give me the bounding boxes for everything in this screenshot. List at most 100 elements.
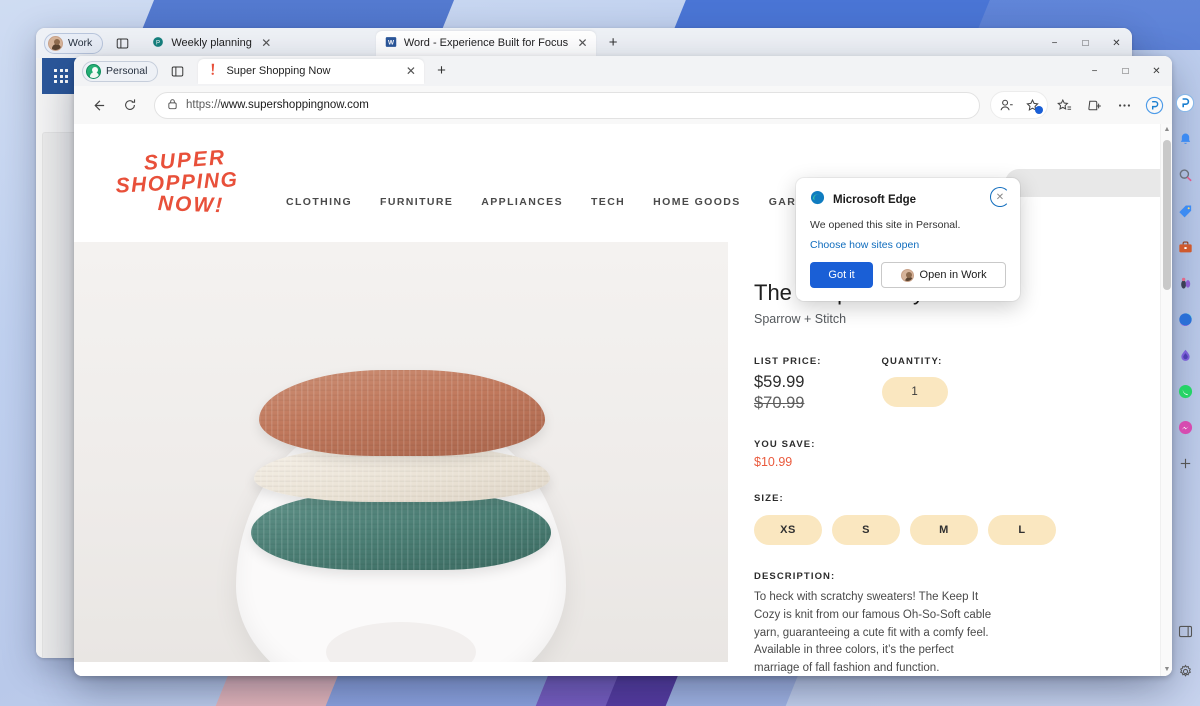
collections-icon[interactable] (1080, 91, 1108, 119)
search-icon[interactable] (1174, 164, 1196, 186)
price-block: LIST PRICE: $59.99 $70.99 (754, 356, 822, 413)
product-price: $59.99 (754, 373, 805, 391)
profile-label: Work (68, 37, 93, 49)
sweater-rust (259, 370, 545, 456)
close-button[interactable]: ✕ (1101, 28, 1132, 58)
tab-title: Word - Experience Built for Focus (403, 37, 569, 49)
you-save-label: YOU SAVE: (754, 439, 816, 450)
address-bar-url: https://www.supershoppingnow.com (186, 99, 369, 111)
address-bar[interactable]: https://www.supershoppingnow.com (154, 91, 980, 119)
drop-icon[interactable] (1174, 344, 1196, 366)
edge-sidebar-bottom (1170, 620, 1200, 682)
profile-pill-work[interactable]: Work (44, 32, 104, 54)
minimize-button[interactable]: − (1039, 28, 1070, 58)
edge-sidebar (1170, 86, 1200, 676)
sweater-green (251, 492, 551, 570)
toolbar-pill-group (990, 91, 1048, 119)
add-sidebar-icon[interactable] (1174, 452, 1196, 474)
close-icon[interactable]: ✕ (990, 187, 1010, 207)
maximize-button[interactable]: □ (1110, 56, 1141, 86)
search-input[interactable] (1004, 169, 1160, 197)
notifications-bell-icon[interactable] (1174, 128, 1196, 150)
new-tab-button[interactable]: + (602, 32, 624, 54)
sidebar-toggle-icon[interactable] (1174, 620, 1196, 642)
toolbar-actions (990, 91, 1168, 119)
nav-item-home-goods[interactable]: HOME GOODS (653, 196, 741, 208)
tools-briefcase-icon[interactable] (1174, 236, 1196, 258)
web-page: SUPER SHOPPING NOW! CLOTHING FURNITURE A… (74, 124, 1160, 676)
logo-line-3: NOW! (157, 192, 225, 218)
size-options: XS S M L (754, 515, 1120, 545)
callout-header: Microsoft Edge (810, 190, 1006, 210)
nav-item-tech[interactable]: TECH (591, 196, 625, 208)
maximize-button[interactable]: □ (1070, 28, 1101, 58)
edge-window-titlebar: Personal Super Shopping Now ✕ + − □ ✕ (74, 56, 1172, 86)
tab-close-icon[interactable]: ✕ (403, 64, 418, 79)
nav-item-furniture[interactable]: FURNITURE (380, 196, 453, 208)
callout-title: Microsoft Edge (833, 194, 917, 206)
tab-close-icon[interactable]: ✕ (575, 36, 590, 51)
teams-icon: P (152, 36, 164, 51)
choose-how-sites-open-link[interactable]: Choose how sites open (810, 239, 1006, 251)
size-option-m[interactable]: M (910, 515, 978, 545)
office-icon[interactable] (1174, 308, 1196, 330)
size-option-s[interactable]: S (832, 515, 900, 545)
messenger-icon[interactable] (1174, 416, 1196, 438)
more-settings-icon[interactable] (1110, 91, 1138, 119)
desktop-background: Work P Weekly planning ✕ W Word - Experi… (0, 0, 1200, 706)
work-tab-word[interactable]: W Word - Experience Built for Focus ✕ (375, 30, 597, 56)
quantity-stepper[interactable]: 1 (881, 377, 948, 407)
size-label: SIZE: (754, 493, 784, 504)
edge-profile-callout[interactable]: Microsoft Edge ✕ We opened this site in … (796, 178, 1020, 301)
new-tab-button[interactable]: + (430, 60, 452, 82)
profile-icon[interactable] (994, 93, 1018, 117)
shopping-tag-icon[interactable] (1174, 200, 1196, 222)
svg-text:W: W (388, 39, 394, 46)
copilot-icon[interactable] (1140, 91, 1168, 119)
open-in-work-button[interactable]: Open in Work (881, 262, 1007, 288)
close-button[interactable]: ✕ (1141, 56, 1172, 86)
sweater-stack (251, 370, 551, 570)
browser-toolbar: https://www.supershoppingnow.com (74, 86, 1172, 124)
site-logo[interactable]: SUPER SHOPPING NOW! (110, 146, 260, 217)
tab-close-icon[interactable]: ✕ (259, 36, 274, 51)
profile-pill-personal[interactable]: Personal (82, 60, 159, 82)
favorite-star-icon[interactable] (1020, 93, 1044, 117)
favorites-list-icon[interactable] (1050, 91, 1078, 119)
edge-browser-window[interactable]: Personal Super Shopping Now ✕ + − □ ✕ ht… (74, 56, 1172, 676)
tab-actions-icon[interactable] (164, 59, 190, 83)
size-option-l[interactable]: L (988, 515, 1056, 545)
header-actions (1004, 169, 1160, 197)
work-window-titlebar: Work P Weekly planning ✕ W Word - Experi… (36, 28, 1132, 58)
minimize-button[interactable]: − (1079, 56, 1110, 86)
games-icon[interactable] (1174, 272, 1196, 294)
work-window-controls: − □ ✕ (1039, 28, 1132, 58)
edge-icon (810, 190, 825, 210)
callout-body-text: We opened this site in Personal. (810, 219, 961, 231)
tab-actions-icon[interactable] (109, 31, 135, 55)
back-arrow-icon[interactable] (84, 91, 112, 119)
price-quantity-row: LIST PRICE: $59.99 $70.99 QUANTITY: 1 (754, 356, 1120, 413)
refresh-icon[interactable] (116, 91, 144, 119)
sidebar-settings-icon[interactable] (1174, 660, 1196, 682)
whatsapp-icon[interactable] (1174, 380, 1196, 402)
description-label: DESCRIPTION: (754, 571, 836, 582)
size-option-xs[interactable]: XS (754, 515, 822, 545)
copilot-icon[interactable] (1174, 92, 1196, 114)
nav-item-appliances[interactable]: APPLIANCES (481, 196, 563, 208)
you-save-value: $10.99 (754, 455, 793, 469)
got-it-button[interactable]: Got it (810, 262, 874, 288)
waffle-grid-icon (54, 69, 68, 83)
lock-icon[interactable] (167, 98, 178, 113)
product-image (74, 242, 728, 662)
quantity-block: QUANTITY: 1 (881, 356, 948, 413)
work-avatar-icon (900, 268, 914, 282)
edge-window-controls: − □ ✕ (1079, 56, 1172, 86)
tab-title: Weekly planning (171, 37, 252, 49)
nav-item-clothing[interactable]: CLOTHING (286, 196, 352, 208)
work-tab-weekly-planning[interactable]: P Weekly planning ✕ (143, 31, 280, 56)
edge-tab-super-shopping-now[interactable]: Super Shopping Now ✕ (198, 58, 425, 84)
profile-label: Personal (106, 65, 148, 77)
list-price-label: LIST PRICE: (754, 356, 822, 367)
product-original-price: $70.99 (754, 394, 805, 412)
